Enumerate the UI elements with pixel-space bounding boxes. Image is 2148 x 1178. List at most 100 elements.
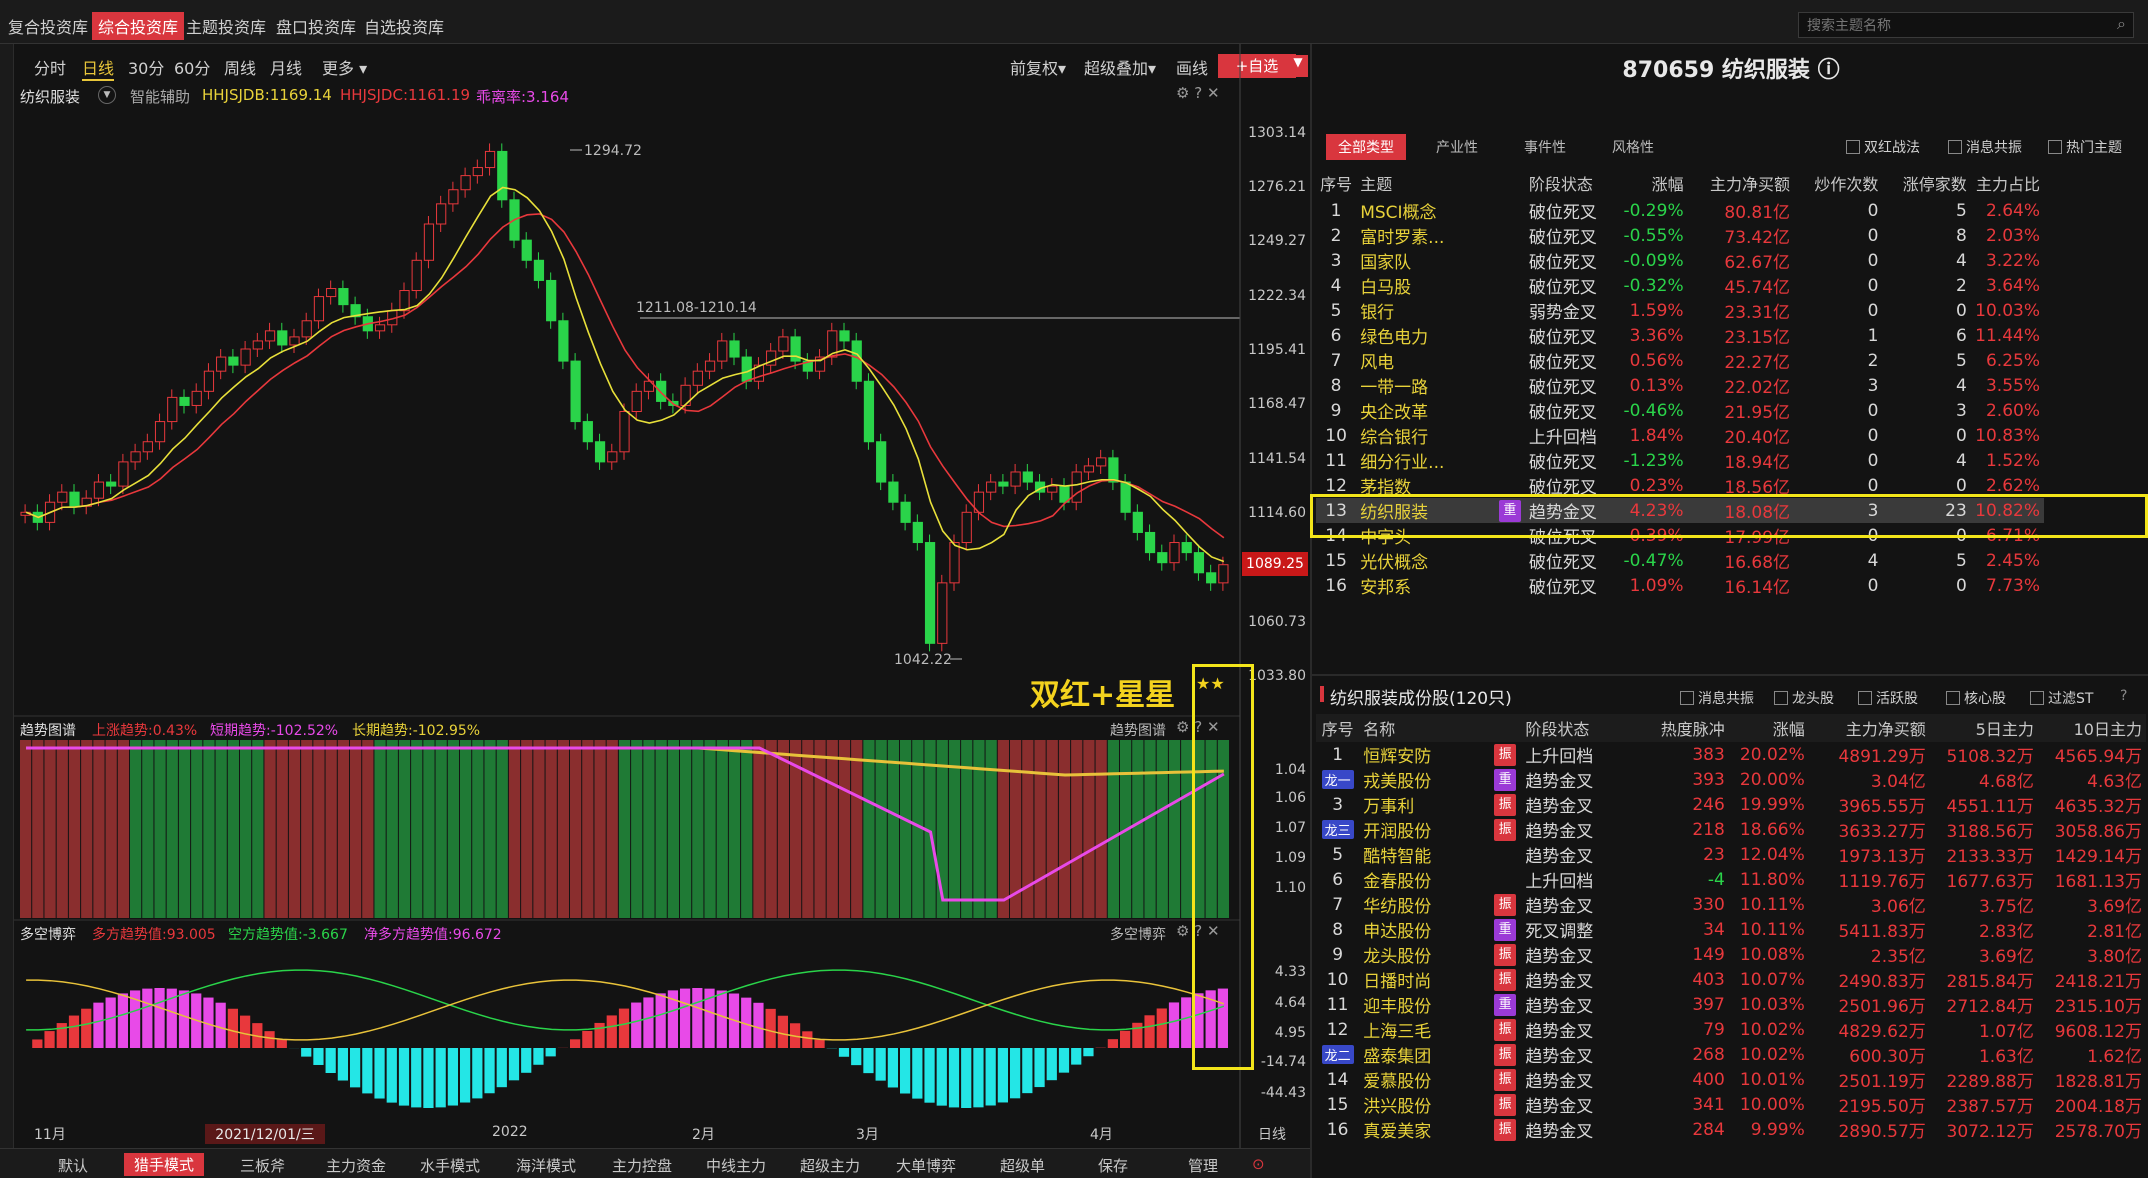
theme-cell: 1.84% [1629, 425, 1684, 446]
tab-default[interactable]: 默认 [58, 1155, 88, 1176]
stock-row[interactable]: 16 真爱美家 振趋势金叉 284 9.99% 2890.57万 3072.12万 2578.… [1316, 1117, 2146, 1142]
theme-row[interactable]: 10 综合银行 上升回档 1.84% 20.40亿 0 0 10.83% [1316, 423, 2044, 449]
filter-all-types[interactable]: 全部类型 [1326, 134, 1406, 160]
trend-panel-title-right: 趋势图谱 [1110, 723, 1166, 739]
tab-ocean-mode[interactable]: 海洋模式 [516, 1155, 576, 1176]
stock-col-header[interactable]: 5日主力 [1929, 714, 2038, 742]
stock-col-header[interactable]: 名称 [1359, 714, 1489, 742]
theme-row[interactable]: 15 光伏概念 破位死叉 -0.47% 16.68亿 4 5 2.45% [1316, 548, 2044, 574]
stock-row[interactable]: 3 万事利 振趋势金叉 246 19.99% 3965.55万 4551.11万 4635.3… [1316, 792, 2146, 817]
checkbox-double-red[interactable]: 双红战法 [1846, 137, 1920, 157]
tab-hunter-mode[interactable]: 猎手模式 [124, 1153, 205, 1176]
theme-row[interactable]: 1 MSCI概念 破位死叉 -0.29% 80.81亿 0 5 2.64% [1316, 198, 2044, 224]
filter-industry[interactable]: 产业性 [1436, 137, 1478, 157]
checkbox-active-stocks[interactable]: 活跃股 [1858, 688, 1918, 708]
stock-col-header[interactable]: 10日主力 [2037, 714, 2146, 742]
tab-super-main[interactable]: 超级主力 [800, 1155, 860, 1176]
stock-row[interactable]: 7 华纺股份 振趋势金叉 330 10.11% 3.06亿 3.75亿 3.69亿 [1316, 892, 2146, 917]
stock-col-header[interactable]: 涨幅 [1728, 714, 1809, 742]
stock-col-header[interactable] [1488, 714, 1522, 742]
stock-col-header[interactable]: 阶段状态 [1521, 714, 1626, 742]
stock-col-header[interactable]: 序号 [1316, 714, 1360, 742]
theme-col-header[interactable]: 炒作次数 [1794, 168, 1882, 198]
tab-main-control[interactable]: 主力控盘 [612, 1155, 672, 1176]
checkbox-hot-theme[interactable]: 热门主题 [2048, 137, 2122, 157]
theme-search-input[interactable] [1798, 12, 2134, 38]
stock-row[interactable]: 龙三 开润股份 振趋势金叉 218 18.66% 3633.27万 3188.56万 3058… [1316, 817, 2146, 842]
theme-col-header[interactable]: 序号 [1316, 168, 1356, 198]
theme-col-header[interactable]: 主题 [1356, 168, 1495, 198]
theme-row[interactable]: 3 国家队 破位死叉 -0.09% 62.67亿 0 4 3.22% [1316, 248, 2044, 274]
game-bar [851, 1048, 862, 1066]
tab-three-axes[interactable]: 三板斧 [240, 1155, 285, 1176]
stock-index-cell: 7 [1332, 894, 1344, 915]
theme-col-header[interactable]: 涨停家数 [1882, 168, 1970, 198]
stock-value-cell: 11.80% [1739, 869, 1805, 890]
candle-body [741, 356, 752, 382]
stock-tag-badge: 振 [1494, 969, 1517, 991]
stock-row[interactable]: 10 日播时尚 振趋势金叉 403 10.07% 2490.83万 2815.84万 2418… [1316, 967, 2146, 992]
filter-event[interactable]: 事件性 [1524, 137, 1566, 157]
tab-midline-main[interactable]: 中线主力 [706, 1155, 766, 1176]
stock-value-cell: 4551.11万 [1946, 797, 2034, 817]
trend-bar [1144, 740, 1156, 918]
theme-cell: 上升回档 [1528, 428, 1597, 448]
theme-col-header[interactable] [1495, 168, 1525, 198]
tab-big-order-game[interactable]: 大单博弈 [896, 1155, 956, 1176]
checkbox-filter-st[interactable]: 过滤ST [2030, 688, 2093, 708]
theme-row[interactable]: 2 富时罗素... 破位死叉 -0.55% 73.42亿 0 8 2.03% [1316, 223, 2044, 249]
theme-row[interactable]: 8 一带一路 破位死叉 0.13% 22.02亿 3 4 3.55% [1316, 373, 2044, 399]
stock-row[interactable]: 1 恒辉安防 振上升回档 383 20.02% 4891.29万 5108.32万 4565.… [1316, 742, 2146, 767]
theme-col-header[interactable]: 主力占比 [1971, 168, 2044, 198]
theme-row[interactable]: 16 安邦系 破位死叉 1.09% 16.14亿 0 0 7.73% [1316, 573, 2044, 599]
stock-tag-badge: 振 [1494, 894, 1517, 916]
chart-canvas[interactable]: 1294.72 1211.08-1210.14 1042.22 [0, 0, 1310, 1178]
game-bar [924, 1048, 935, 1103]
theme-col-header[interactable]: 涨幅 [1617, 168, 1687, 198]
candlestick-series [20, 143, 1229, 652]
help-icon[interactable]: ? [2120, 688, 2127, 704]
stock-row[interactable]: 5 酷特智能 趋势金叉 23 12.04% 1973.13万 2133.33万 1429.14… [1316, 842, 2146, 868]
theme-row[interactable]: 11 细分行业... 破位死叉 -1.23% 18.94亿 0 4 1.52% [1316, 448, 2044, 474]
theme-col-header[interactable]: 主力净买额 [1688, 168, 1794, 198]
game-bar [533, 1048, 544, 1065]
stock-col-header[interactable]: 主力净买额 [1808, 714, 1930, 742]
stock-row[interactable]: 6 金春股份 上升回档 -4 11.80% 1119.76万 1677.63万 1681.13… [1316, 867, 2146, 893]
theme-row[interactable]: 7 风电 破位死叉 0.56% 22.27亿 2 5 6.25% [1316, 348, 2044, 374]
trend-bar [851, 740, 863, 918]
theme-row[interactable]: 9 央企改革 破位死叉 -0.46% 21.95亿 0 3 2.60% [1316, 398, 2044, 424]
checkbox-news-resonance-stocks[interactable]: 消息共振 [1680, 688, 1754, 708]
game-bar [337, 1048, 348, 1081]
trend-bar [716, 740, 728, 918]
manage-button[interactable]: 管理 [1188, 1155, 1218, 1176]
theme-row[interactable]: 4 白马股 破位死叉 -0.32% 45.74亿 0 2 3.64% [1316, 273, 2044, 299]
stock-row[interactable]: 龙二 盛泰集团 振趋势金叉 268 10.02% 600.30万 1.63亿 1.62亿 [1316, 1042, 2146, 1067]
game-bar [496, 1048, 507, 1088]
stock-row[interactable]: 12 上海三毛 振趋势金叉 79 10.02% 4829.62万 1.07亿 9608.12万 [1316, 1017, 2146, 1042]
stock-value-cell: 3072.12万 [1946, 1122, 2034, 1142]
theme-cell: 破位死叉 [1528, 253, 1597, 273]
stock-row[interactable]: 9 龙头股份 振趋势金叉 149 10.08% 2.35亿 3.69亿 3.80亿 [1316, 942, 2146, 967]
tab-main-funds[interactable]: 主力资金 [326, 1155, 386, 1176]
search-icon[interactable]: ⌕ [2117, 14, 2126, 34]
stock-row[interactable]: 龙一 戎美股份 重趋势金叉 393 20.00% 3.04亿 4.68亿 4.63亿 [1316, 767, 2146, 792]
stock-row[interactable]: 14 爱慕股份 振趋势金叉 400 10.01% 2501.19万 2289.88万 1828… [1316, 1067, 2146, 1092]
theme-cell: 11 [1325, 450, 1347, 471]
trend-bar [325, 740, 337, 918]
stock-row[interactable]: 11 迎丰股份 重趋势金叉 397 10.03% 2501.96万 2712.84万 2315… [1316, 992, 2146, 1017]
arrow-up-circle-icon[interactable]: ⊙ [1252, 1155, 1265, 1173]
tab-sailor-mode[interactable]: 水手模式 [420, 1155, 480, 1176]
stock-col-header[interactable]: 热度脉冲 [1625, 714, 1729, 742]
stock-row[interactable]: 15 洪兴股份 振趋势金叉 341 10.00% 2195.50万 2387.57万 2004… [1316, 1092, 2146, 1117]
theme-row[interactable]: 6 绿色电力 破位死叉 3.36% 23.15亿 1 6 11.44% [1316, 323, 2044, 349]
theme-col-header[interactable]: 阶段状态 [1525, 168, 1617, 198]
checkbox-news-resonance[interactable]: 消息共振 [1948, 137, 2022, 157]
filter-style[interactable]: 风格性 [1612, 137, 1654, 157]
theme-row[interactable]: 5 银行 弱势金叉 1.59% 23.31亿 0 0 10.03% [1316, 298, 2044, 324]
game-tick: 4.95 [1274, 1025, 1306, 1041]
checkbox-core-stocks[interactable]: 核心股 [1946, 688, 2006, 708]
tab-super-order[interactable]: 超级单 [1000, 1155, 1045, 1176]
checkbox-leader-stocks[interactable]: 龙头股 [1774, 688, 1834, 708]
stock-row[interactable]: 8 申达股份 重死叉调整 34 10.11% 5411.83万 2.83亿 2.81亿 [1316, 917, 2146, 942]
save-button[interactable]: 保存 [1098, 1155, 1128, 1176]
